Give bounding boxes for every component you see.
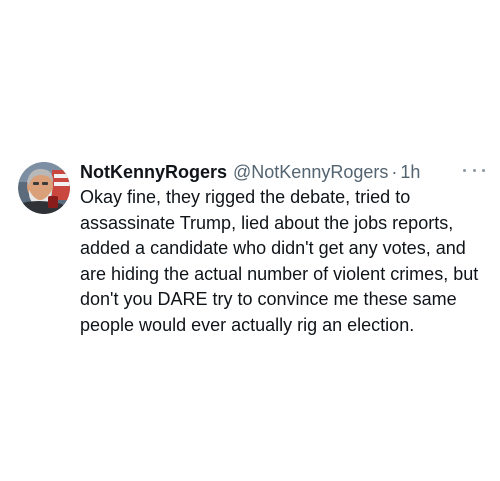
more-dot bbox=[482, 168, 485, 172]
tweet-header: NotKennyRogers @NotKennyRogers · 1h bbox=[80, 161, 485, 183]
user-avatar[interactable] bbox=[18, 162, 70, 214]
tweet-content: NotKennyRogers @NotKennyRogers · 1h Okay… bbox=[80, 161, 485, 338]
more-dot bbox=[463, 168, 466, 172]
timestamp[interactable]: 1h bbox=[400, 161, 420, 183]
user-handle[interactable]: @NotKennyRogers bbox=[233, 161, 388, 183]
display-name[interactable]: NotKennyRogers bbox=[80, 161, 227, 183]
tweet-text: Okay fine, they rigged the debate, tried… bbox=[80, 187, 479, 335]
separator-dot: · bbox=[391, 162, 398, 182]
user-avatar-icon bbox=[18, 162, 70, 214]
more-dot bbox=[472, 168, 476, 172]
more-dots-icon[interactable] bbox=[463, 165, 485, 175]
